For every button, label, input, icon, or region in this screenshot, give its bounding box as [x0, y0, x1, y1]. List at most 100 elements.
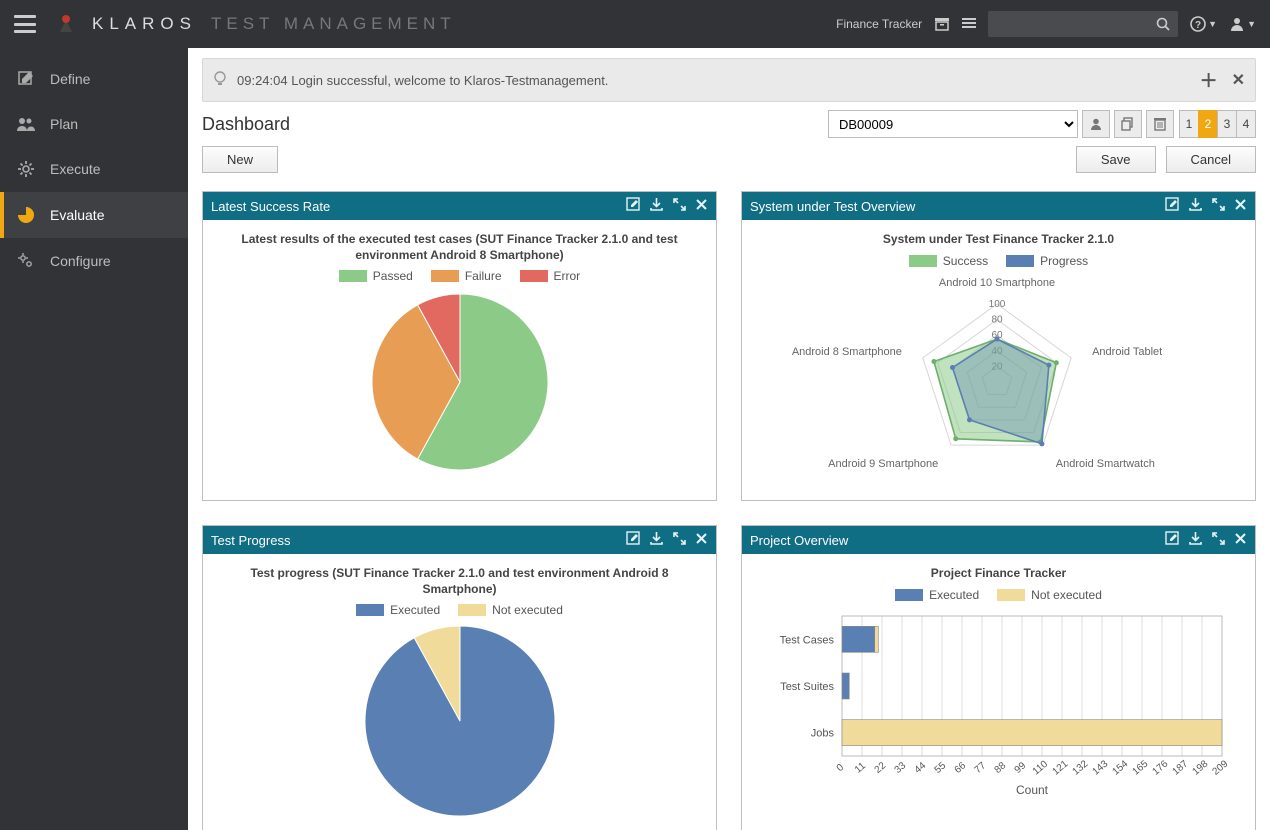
svg-text:Android Smartwatch: Android Smartwatch: [1056, 457, 1155, 469]
sidebar-item-label: Plan: [50, 116, 78, 132]
chart-legend: Executed Not executed: [213, 603, 706, 617]
layout-cell-1[interactable]: 1: [1179, 110, 1199, 138]
chart-title: Test progress (SUT Finance Tracker 2.1.0…: [213, 566, 706, 597]
success-rate-pie: [365, 287, 555, 477]
close-panel-icon[interactable]: [1234, 198, 1247, 214]
chart-legend: Executed Not executed: [752, 588, 1245, 602]
svg-text:209: 209: [1210, 758, 1230, 777]
close-panel-icon[interactable]: [695, 532, 708, 548]
layout-cell-4[interactable]: 4: [1236, 110, 1256, 138]
lightbulb-icon: [213, 71, 227, 90]
close-panel-icon[interactable]: [695, 198, 708, 214]
svg-text:33: 33: [893, 760, 909, 776]
svg-text:66: 66: [953, 760, 969, 776]
svg-text:Test Suites: Test Suites: [780, 681, 834, 693]
chart-legend: Passed Failure Error: [213, 269, 706, 283]
sidebar-item-label: Execute: [50, 161, 101, 177]
search-input[interactable]: [988, 11, 1178, 37]
list-icon[interactable]: [962, 17, 976, 31]
svg-text:0: 0: [835, 761, 847, 773]
svg-text:55: 55: [933, 760, 949, 776]
test-progress-pie: [360, 621, 560, 821]
svg-text:Android Tablet: Android Tablet: [1092, 346, 1162, 358]
brand-sub: TEST MANAGEMENT: [211, 14, 456, 34]
edit-panel-icon[interactable]: [626, 531, 641, 549]
menu-toggle-icon[interactable]: [14, 15, 36, 33]
sidebar-item-plan[interactable]: Plan: [0, 102, 188, 146]
layout-cell-2[interactable]: 2: [1198, 110, 1218, 138]
save-button[interactable]: Save: [1076, 146, 1156, 173]
download-panel-icon[interactable]: [649, 531, 664, 549]
svg-text:Android 8 Smartphone: Android 8 Smartphone: [792, 346, 902, 358]
svg-text:44: 44: [913, 760, 929, 776]
panel-title: Latest Success Rate: [211, 199, 330, 214]
svg-text:110: 110: [1031, 758, 1051, 777]
svg-text:154: 154: [1110, 758, 1130, 777]
users-icon: [16, 116, 36, 132]
sidebar-item-evaluate[interactable]: Evaluate: [0, 192, 188, 238]
copy-icon[interactable]: [1114, 110, 1142, 138]
user-icon[interactable]: ▼: [1229, 16, 1256, 32]
search-icon[interactable]: [1156, 17, 1170, 31]
notice-bar: 09:24:04 Login successful, welcome to Kl…: [202, 58, 1256, 102]
svg-text:176: 176: [1150, 758, 1170, 777]
app-logo: [54, 12, 78, 36]
svg-text:187: 187: [1170, 758, 1190, 777]
svg-text:22: 22: [873, 760, 889, 776]
dashboard-select[interactable]: DB00009: [828, 110, 1078, 138]
svg-text:Android 10 Smartphone: Android 10 Smartphone: [939, 277, 1055, 289]
brand-name: KLAROS: [92, 14, 197, 34]
sidebar-item-label: Evaluate: [50, 207, 104, 223]
svg-text:Android 9 Smartphone: Android 9 Smartphone: [828, 457, 938, 469]
svg-text:Jobs: Jobs: [811, 727, 835, 739]
search-field[interactable]: [996, 16, 1156, 32]
archive-icon[interactable]: [934, 17, 950, 31]
svg-text:77: 77: [973, 760, 989, 776]
cancel-button[interactable]: Cancel: [1166, 146, 1256, 173]
edit-panel-icon[interactable]: [1165, 531, 1180, 549]
panel-test-progress: Test Progress Test progress (SUT Finance…: [202, 525, 717, 830]
edit-icon: [16, 70, 36, 88]
expand-panel-icon[interactable]: [1211, 531, 1226, 549]
svg-text:80: 80: [991, 314, 1003, 325]
panel-title: Project Overview: [750, 533, 848, 548]
close-panel-icon[interactable]: [1234, 532, 1247, 548]
add-widget-icon[interactable]: ＋: [1200, 67, 1218, 93]
sidebar-item-configure[interactable]: Configure: [0, 238, 188, 284]
svg-text:132: 132: [1070, 758, 1090, 777]
close-notice-icon[interactable]: ✕: [1232, 70, 1245, 90]
sidebar-item-execute[interactable]: Execute: [0, 146, 188, 192]
svg-text:121: 121: [1050, 758, 1070, 777]
owner-icon[interactable]: [1082, 110, 1110, 138]
panel-success-rate: Latest Success Rate Latest results of th…: [202, 191, 717, 501]
download-panel-icon[interactable]: [1188, 531, 1203, 549]
panel-sut-overview: System under Test Overview System under …: [741, 191, 1256, 501]
svg-text:165: 165: [1130, 758, 1150, 777]
expand-panel-icon[interactable]: [672, 197, 687, 215]
chart-title: Latest results of the executed test case…: [213, 232, 706, 263]
delete-icon[interactable]: [1146, 110, 1174, 138]
svg-text:143: 143: [1090, 758, 1110, 777]
sidebar-item-label: Define: [50, 71, 90, 87]
download-panel-icon[interactable]: [1188, 197, 1203, 215]
edit-panel-icon[interactable]: [1165, 197, 1180, 215]
gear-icon: [16, 160, 36, 178]
help-icon[interactable]: ? ▼: [1190, 16, 1217, 32]
chart-legend: Success Progress: [752, 254, 1245, 268]
panel-title: Test Progress: [211, 533, 290, 548]
layout-cell-3[interactable]: 3: [1217, 110, 1237, 138]
new-button[interactable]: New: [202, 146, 278, 173]
svg-text:99: 99: [1013, 760, 1029, 776]
download-panel-icon[interactable]: [649, 197, 664, 215]
svg-text:?: ?: [1195, 20, 1201, 31]
chart-title: Project Finance Tracker: [752, 566, 1245, 582]
svg-text:198: 198: [1190, 758, 1210, 777]
project-overview-bar: 0112233445566778899110121132143154165176…: [752, 606, 1242, 816]
layout-switcher: 1 2 3 4: [1180, 110, 1256, 138]
edit-panel-icon[interactable]: [626, 197, 641, 215]
notice-text: 09:24:04 Login successful, welcome to Kl…: [237, 73, 608, 88]
expand-panel-icon[interactable]: [1211, 197, 1226, 215]
expand-panel-icon[interactable]: [672, 531, 687, 549]
sidebar-item-define[interactable]: Define: [0, 56, 188, 102]
sidebar-item-label: Configure: [50, 253, 111, 269]
